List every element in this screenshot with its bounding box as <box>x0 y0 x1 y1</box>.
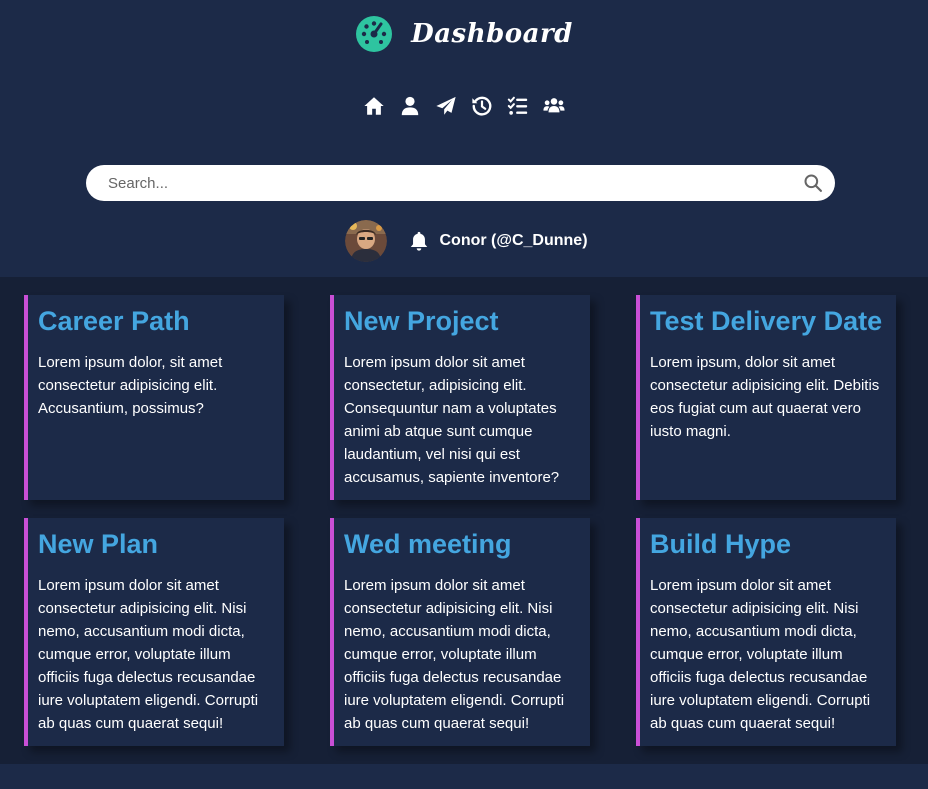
tasks-icon[interactable] <box>507 95 529 117</box>
card-title: Build Hype <box>650 529 792 559</box>
card-body: Lorem ipsum dolor sit amet consectetur, … <box>344 354 560 486</box>
bell-icon[interactable] <box>407 229 431 253</box>
card-title: New Project <box>344 306 499 336</box>
card-title: Wed meeting <box>344 529 512 559</box>
card-title: New Plan <box>38 529 159 559</box>
user-bar: Conor (@C_Dunne) <box>0 220 928 262</box>
card-title: Career Path <box>38 306 190 336</box>
user-name[interactable]: Conor (@C_Dunne) <box>439 232 587 250</box>
search-input[interactable] <box>106 173 803 193</box>
header: Dashboard Search... Conor (@C_Dunne) <box>0 0 928 277</box>
card-build-hype[interactable]: Build Hype Lorem ipsum dolor sit amet co… <box>636 518 896 746</box>
history-icon[interactable] <box>471 95 493 117</box>
card-grid: Career Path Lorem ipsum dolor, sit amet … <box>0 277 928 764</box>
main-nav <box>0 95 928 117</box>
search-bar <box>86 165 835 201</box>
card-body: Lorem ipsum, dolor sit amet consectetur … <box>650 354 880 440</box>
card-body: Lorem ipsum dolor, sit amet consectetur … <box>38 354 223 417</box>
card-new-project[interactable]: New Project Lorem ipsum dolor sit amet c… <box>330 295 590 500</box>
users-icon[interactable] <box>543 95 565 117</box>
card-test-delivery-date[interactable]: Test Delivery Date Lorem ipsum, dolor si… <box>636 295 896 500</box>
tachometer-icon[interactable] <box>355 15 393 53</box>
avatar[interactable] <box>345 220 388 262</box>
search-icon[interactable] <box>803 173 823 193</box>
card-title: Test Delivery Date <box>650 306 883 336</box>
card-wed-meeting[interactable]: Wed meeting Lorem ipsum dolor sit amet c… <box>330 518 590 746</box>
brand-title[interactable]: Dashboard <box>411 19 573 49</box>
user-icon[interactable] <box>399 95 421 117</box>
brand: Dashboard <box>0 15 928 53</box>
footer <box>0 764 928 789</box>
card-new-plan[interactable]: New Plan Lorem ipsum dolor sit amet cons… <box>24 518 284 746</box>
card-body: Lorem ipsum dolor sit amet consectetur a… <box>344 577 565 732</box>
card-body: Lorem ipsum dolor sit amet consectetur a… <box>38 577 259 732</box>
card-career-path[interactable]: Career Path Lorem ipsum dolor, sit amet … <box>24 295 284 500</box>
home-icon[interactable] <box>363 95 385 117</box>
paper-plane-icon[interactable] <box>435 95 457 117</box>
card-body: Lorem ipsum dolor sit amet consectetur a… <box>650 577 871 732</box>
